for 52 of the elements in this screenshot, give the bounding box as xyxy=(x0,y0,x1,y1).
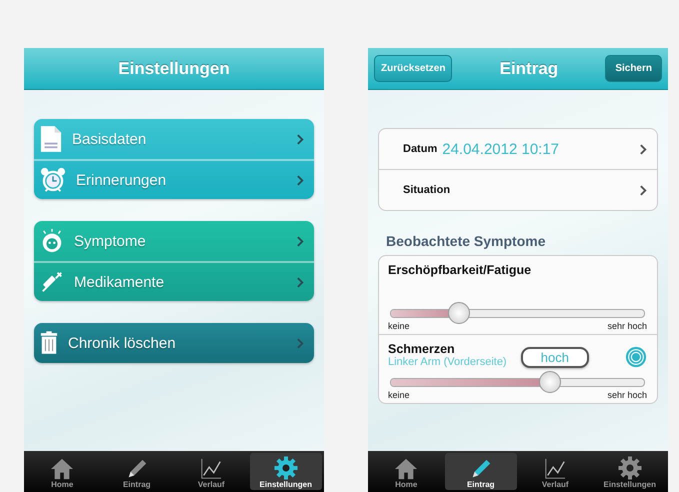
menu-label: Erinnerungen xyxy=(76,172,168,188)
max-label: sehr hoch xyxy=(607,321,647,331)
symptom-location: Linker Arm (Vorderseite) xyxy=(388,356,508,368)
field-value: 24.04.2012 10:17 xyxy=(442,140,560,158)
gear-icon xyxy=(618,456,642,480)
syringe-icon xyxy=(40,270,64,294)
chevron-icon xyxy=(640,184,647,196)
entry-row[interactable]: Datum 24.04.2012 10:17 xyxy=(379,129,657,169)
field-label: Situation xyxy=(403,184,450,196)
house-icon xyxy=(394,458,418,480)
menu-label: Symptome xyxy=(74,232,147,250)
symptom-name: Erschöpfbarkeit/Fatigue xyxy=(388,263,532,277)
tab[interactable]: Home xyxy=(26,453,98,490)
face-icon xyxy=(40,229,64,253)
gear-icon xyxy=(274,456,298,480)
tab[interactable]: Eintrag xyxy=(100,453,173,490)
chevron-icon xyxy=(297,236,304,246)
max-label: sehr hoch xyxy=(607,390,647,400)
menu-label: Chronik löschen xyxy=(68,334,177,352)
menu-label: Basisdaten xyxy=(72,130,148,148)
screen-title: Eintrag xyxy=(500,58,558,78)
symptom-name: Schmerzen xyxy=(388,342,456,356)
chevron-icon xyxy=(640,144,647,154)
section-title: Beobachtete Symptome xyxy=(386,233,546,249)
min-label: keine xyxy=(388,390,410,400)
slider-thumb[interactable] xyxy=(448,302,470,324)
screen-title: Einstellungen xyxy=(118,58,230,78)
menu-label: Medikamente xyxy=(74,274,166,290)
chevron-icon xyxy=(297,276,304,288)
line-chart-icon xyxy=(200,458,222,480)
tab[interactable]: Eintrag xyxy=(444,453,517,490)
chevron-icon xyxy=(297,174,304,186)
trash-icon xyxy=(40,331,58,355)
alarm-clock-icon xyxy=(40,167,66,193)
min-label: keine xyxy=(388,321,410,331)
document-icon xyxy=(40,125,62,153)
entry-row[interactable]: Situation xyxy=(379,169,657,210)
house-icon xyxy=(50,458,74,480)
tab[interactable]: Home xyxy=(370,453,442,490)
tab[interactable]: Einstellungen xyxy=(594,453,666,490)
chevron-icon xyxy=(297,338,304,348)
chevron-icon xyxy=(297,134,304,144)
tab[interactable]: Verlauf xyxy=(519,453,592,490)
tab[interactable]: Verlauf xyxy=(175,453,248,490)
line-chart-icon xyxy=(544,458,566,480)
slider-thumb[interactable] xyxy=(539,371,562,393)
target-icon[interactable] xyxy=(625,346,647,368)
field-label: Datum xyxy=(403,143,438,155)
save-button[interactable]: Sichern xyxy=(605,55,662,82)
value-bubble: hoch xyxy=(520,346,589,368)
tab[interactable]: Einstellungen xyxy=(250,453,322,490)
menu-item[interactable]: Chronik löschen xyxy=(34,323,314,363)
